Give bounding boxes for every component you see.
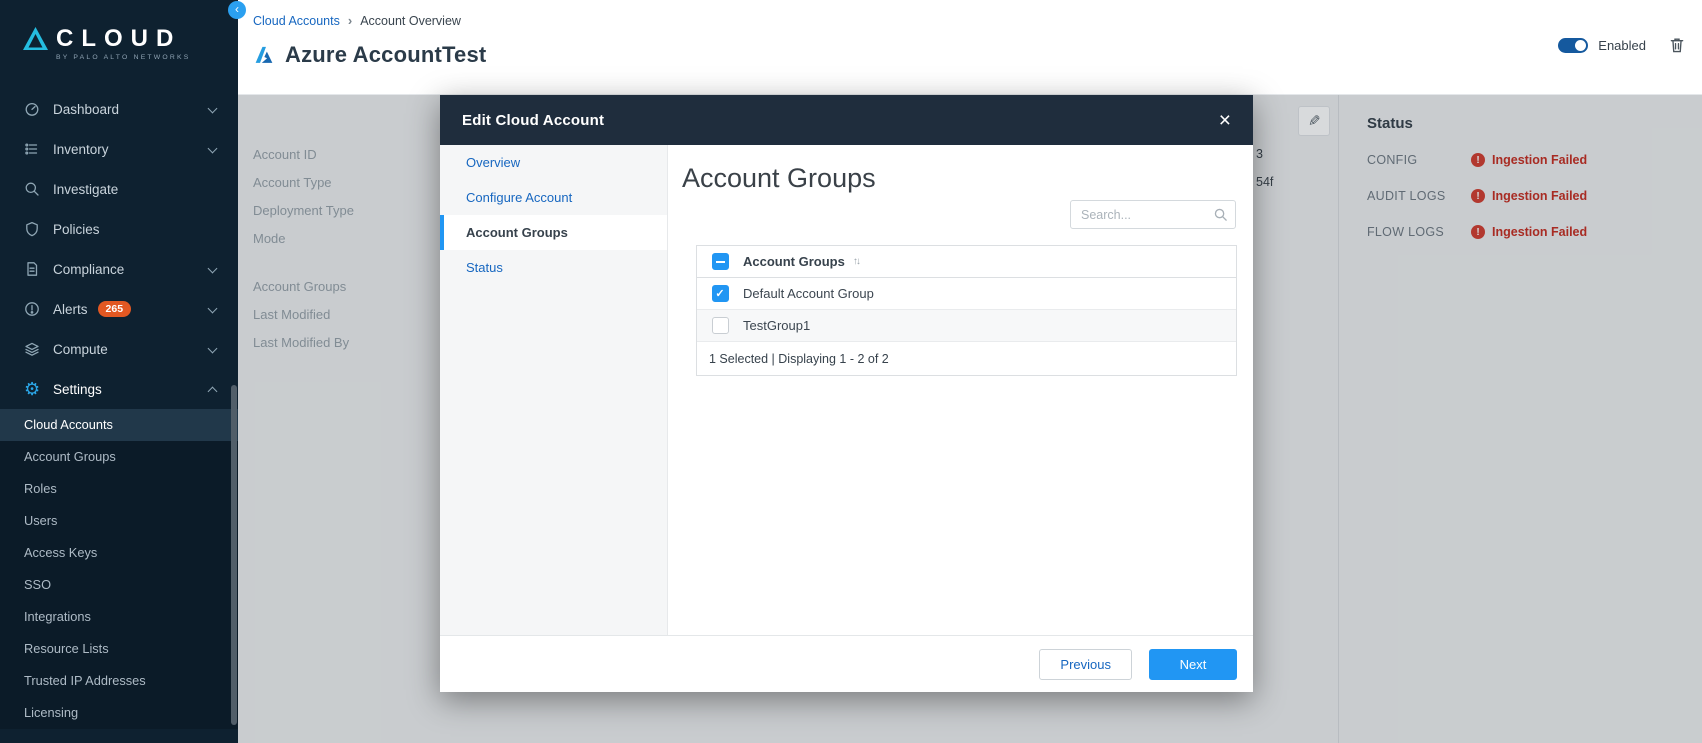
azure-icon: [253, 44, 275, 66]
modal-step-nav: Overview Configure Account Account Group…: [440, 145, 668, 635]
modal-nav-account-groups[interactable]: Account Groups: [440, 215, 667, 250]
row-checkbox-checked[interactable]: [712, 285, 729, 302]
modal-nav-status[interactable]: Status: [440, 250, 667, 285]
breadcrumb-current: Account Overview: [360, 14, 461, 28]
sidebar-subitem-integrations[interactable]: Integrations: [0, 601, 238, 633]
account-groups-table: Account Groups Default Account Group Tes…: [696, 245, 1237, 376]
enabled-toggle-label: Enabled: [1598, 38, 1646, 53]
close-icon[interactable]: [1219, 110, 1231, 131]
sidebar-item-alerts[interactable]: Alerts 265: [0, 289, 238, 329]
page-header: Cloud Accounts Account Overview Azure Ac…: [238, 0, 1702, 95]
search-box: [1070, 200, 1236, 229]
sidebar-item-settings[interactable]: Settings: [0, 369, 238, 409]
row-checkbox-unchecked[interactable]: [712, 317, 729, 334]
chevron-down-icon: [208, 344, 218, 354]
sidebar-subitem-sso[interactable]: SSO: [0, 569, 238, 601]
dashboard-icon: [24, 101, 40, 117]
select-all-checkbox[interactable]: [712, 253, 729, 270]
logo-title: CLOUD: [56, 26, 190, 51]
app-screen: CLOUD BY PALO ALTO NETWORKS Dashboard In…: [0, 0, 1702, 743]
modal-nav-configure-account[interactable]: Configure Account: [440, 180, 667, 215]
previous-button[interactable]: Previous: [1039, 649, 1132, 680]
sidebar-item-compliance[interactable]: Compliance: [0, 249, 238, 289]
sidebar-item-label: Settings: [53, 382, 102, 397]
sort-icon[interactable]: [853, 256, 859, 267]
account-group-name: TestGroup1: [743, 318, 810, 333]
sidebar-item-label: Compliance: [53, 262, 124, 277]
breadcrumb-cloud-accounts-link[interactable]: Cloud Accounts: [253, 14, 340, 28]
chevron-down-icon: [208, 144, 218, 154]
trash-icon: [1668, 36, 1686, 54]
alert-circle-icon: [24, 301, 40, 317]
sidebar-item-policies[interactable]: Policies: [0, 209, 238, 249]
settings-submenu: Cloud Accounts Account Groups Roles User…: [0, 409, 238, 729]
table-row[interactable]: Default Account Group: [697, 278, 1236, 310]
breadcrumb-chevron-icon: [348, 13, 352, 28]
table-row[interactable]: TestGroup1: [697, 310, 1236, 342]
search-icon: [1213, 207, 1228, 222]
sidebar-item-investigate[interactable]: Investigate: [0, 169, 238, 209]
sidebar-subitem-account-groups[interactable]: Account Groups: [0, 441, 238, 473]
search-input[interactable]: [1070, 200, 1236, 229]
sidebar-item-label: Alerts: [53, 302, 88, 317]
gear-icon: [24, 381, 40, 397]
brand-logo: CLOUD BY PALO ALTO NETWORKS: [0, 0, 238, 61]
chevron-down-icon: [208, 304, 218, 314]
sidebar-item-dashboard[interactable]: Dashboard: [0, 89, 238, 129]
sidebar-collapse-button[interactable]: [228, 1, 246, 19]
cloud-logo-icon: [22, 26, 49, 51]
sidebar-scrollbar[interactable]: [231, 385, 237, 725]
page-title: Azure AccountTest: [285, 42, 486, 68]
modal-nav-overview[interactable]: Overview: [440, 145, 667, 180]
sidebar-item-label: Dashboard: [53, 102, 119, 117]
modal-titlebar: Edit Cloud Account: [440, 95, 1253, 145]
shield-icon: [24, 221, 40, 237]
layers-icon: [24, 341, 40, 357]
enabled-toggle[interactable]: [1558, 38, 1588, 53]
magnifier-icon: [24, 181, 40, 197]
sidebar-item-label: Inventory: [53, 142, 109, 157]
sidebar-subitem-resource-lists[interactable]: Resource Lists: [0, 633, 238, 665]
chevron-down-icon: [208, 104, 218, 114]
sidebar-subitem-roles[interactable]: Roles: [0, 473, 238, 505]
sidebar: CLOUD BY PALO ALTO NETWORKS Dashboard In…: [0, 0, 238, 743]
chevron-up-icon: [208, 387, 218, 397]
sidebar-subitem-trusted-ip-addresses[interactable]: Trusted IP Addresses: [0, 665, 238, 697]
table-header-row: Account Groups: [697, 246, 1236, 278]
table-footer: 1 Selected | Displaying 1 - 2 of 2: [697, 342, 1236, 375]
sidebar-item-label: Investigate: [53, 182, 118, 197]
delete-account-button[interactable]: [1668, 36, 1686, 54]
next-button[interactable]: Next: [1149, 649, 1237, 680]
alerts-count-badge: 265: [98, 301, 132, 317]
modal-content-heading: Account Groups: [682, 163, 876, 194]
sidebar-subitem-access-keys[interactable]: Access Keys: [0, 537, 238, 569]
sidebar-item-label: Policies: [53, 222, 100, 237]
sidebar-item-inventory[interactable]: Inventory: [0, 129, 238, 169]
sidebar-subitem-users[interactable]: Users: [0, 505, 238, 537]
breadcrumb: Cloud Accounts Account Overview: [253, 13, 461, 28]
sidebar-subitem-cloud-accounts[interactable]: Cloud Accounts: [0, 409, 238, 441]
chevron-down-icon: [208, 264, 218, 274]
sidebar-item-compute[interactable]: Compute: [0, 329, 238, 369]
modal-title: Edit Cloud Account: [462, 112, 1219, 129]
logo-subtitle: BY PALO ALTO NETWORKS: [56, 54, 190, 61]
inventory-icon: [24, 141, 40, 157]
account-group-name: Default Account Group: [743, 286, 874, 301]
modal-content: Account Groups Account Groups D: [668, 145, 1253, 635]
table-header-label: Account Groups: [743, 254, 845, 269]
document-icon: [24, 261, 40, 277]
sidebar-subitem-licensing[interactable]: Licensing: [0, 697, 238, 729]
modal-footer: Previous Next: [440, 635, 1253, 692]
edit-cloud-account-modal: Edit Cloud Account Overview Configure Ac…: [440, 95, 1253, 692]
sidebar-item-label: Compute: [53, 342, 108, 357]
sidebar-nav: Dashboard Inventory Investigate Policies…: [0, 89, 238, 729]
